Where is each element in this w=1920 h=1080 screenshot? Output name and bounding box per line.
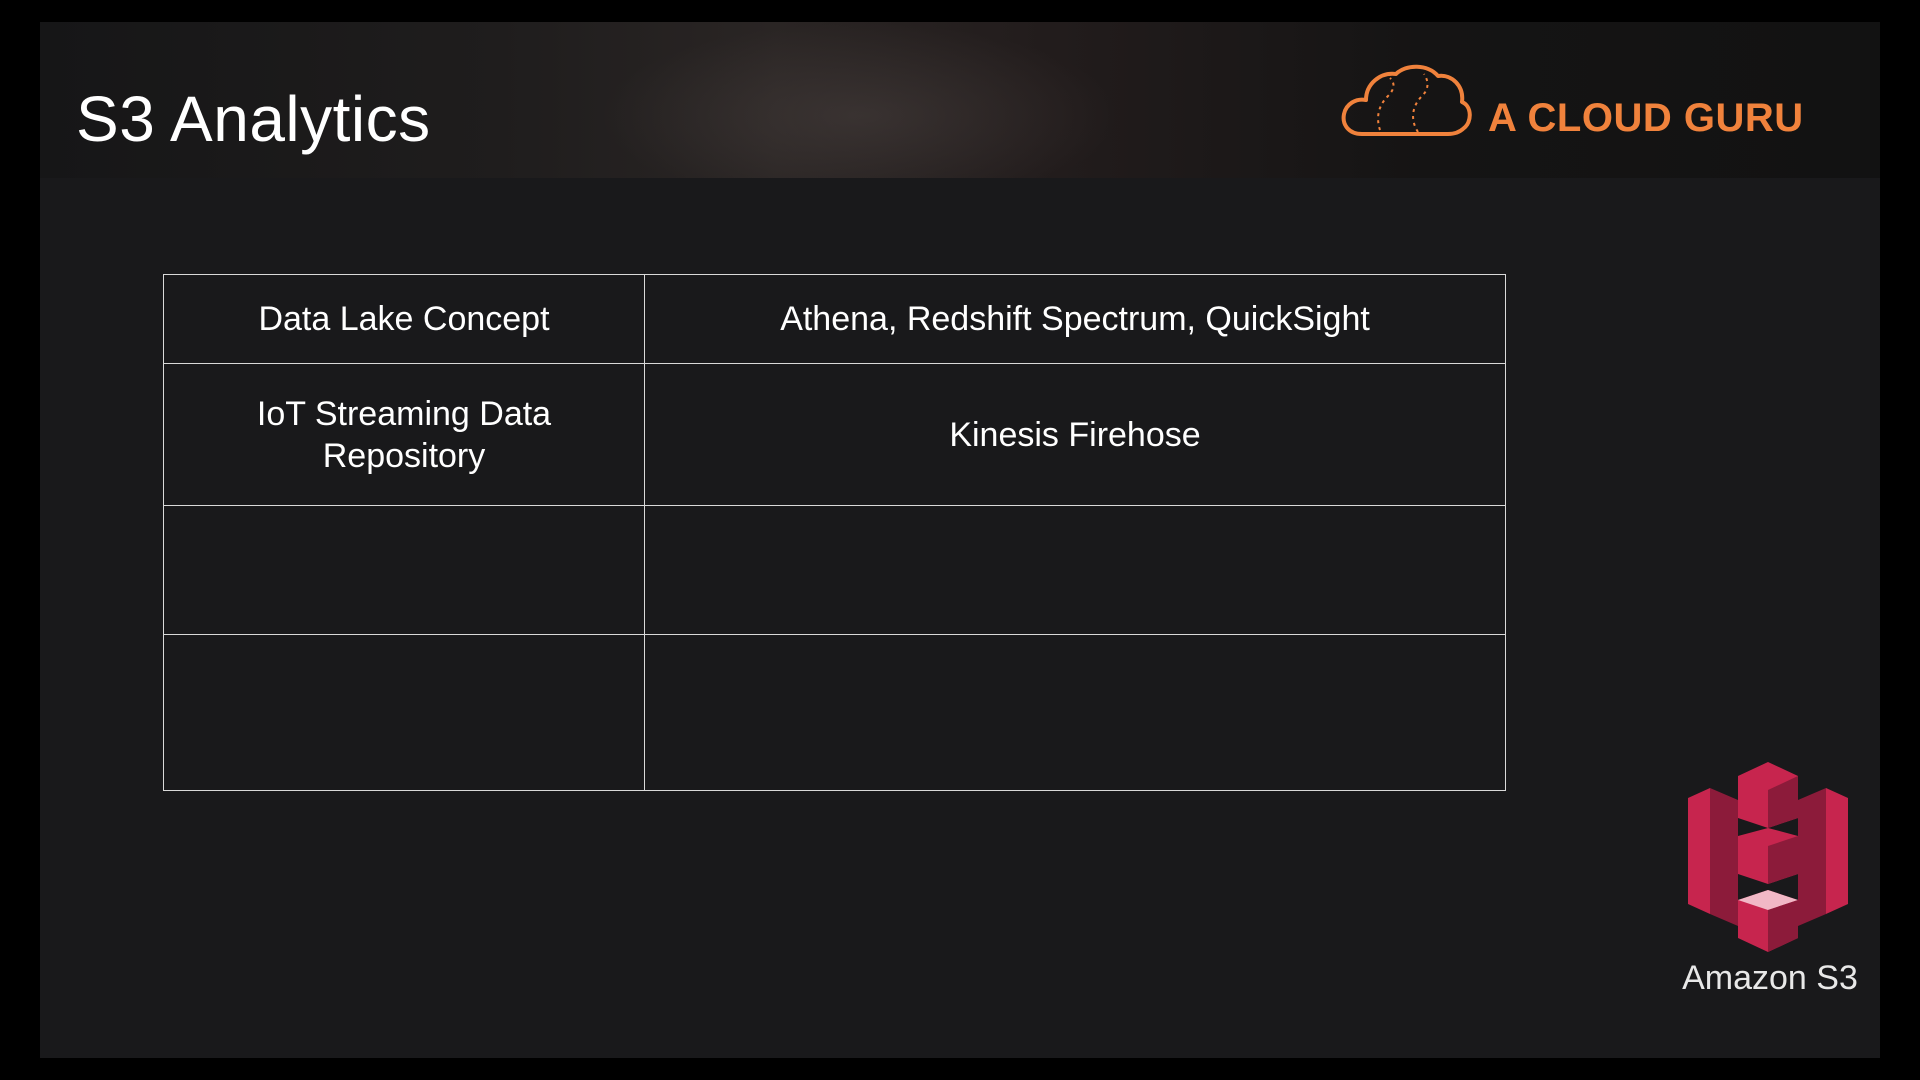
- table-row: Data Lake Concept Athena, Redshift Spect…: [163, 274, 1506, 364]
- table-row: [163, 505, 1506, 635]
- analytics-table: Data Lake Concept Athena, Redshift Spect…: [163, 274, 1506, 791]
- table-cell-right: Athena, Redshift Spectrum, QuickSight: [644, 274, 1506, 364]
- amazon-s3-label: Amazon S3: [1682, 959, 1858, 997]
- table-cell-left: [163, 505, 645, 635]
- amazon-s3-badge: Amazon S3: [1680, 762, 1858, 1052]
- brand-name: A CLOUD GURU: [1488, 96, 1804, 140]
- table-cell-right: [644, 634, 1506, 791]
- table-cell-left: IoT Streaming Data Repository: [163, 363, 645, 506]
- cloud-logo-icon: [1341, 64, 1472, 136]
- table-row: IoT Streaming Data Repository Kinesis Fi…: [163, 363, 1506, 506]
- slide: S3 Analytics A CLOUD GURU Data Lake Conc…: [40, 22, 1880, 1058]
- table-row: [163, 634, 1506, 791]
- amazon-s3-icon: [1688, 762, 1848, 952]
- slide-title: S3 Analytics: [76, 83, 431, 155]
- brand-logo: A CLOUD GURU: [1340, 62, 1860, 162]
- table-cell-left: [163, 634, 645, 791]
- table-cell-left: Data Lake Concept: [163, 274, 645, 364]
- table-cell-right: Kinesis Firehose: [644, 363, 1506, 506]
- table-cell-right: [644, 505, 1506, 635]
